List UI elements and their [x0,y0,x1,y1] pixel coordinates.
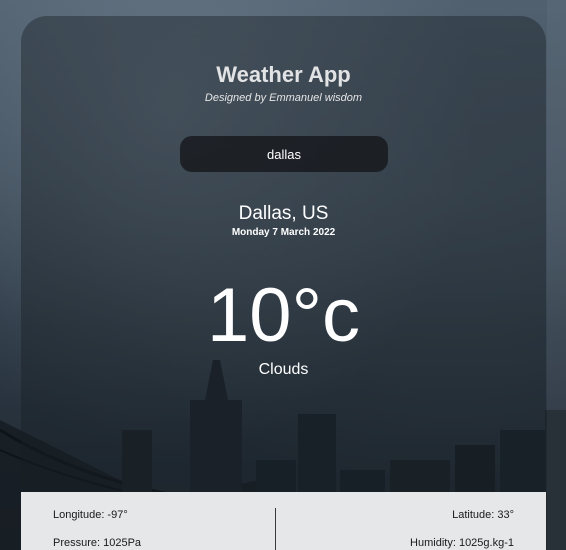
weather-condition: Clouds [258,361,309,378]
humidity-value: Humidity: 1025g.kg-1 [410,537,514,549]
longitude-value: Longitude: -97° [53,509,128,521]
page-scrollbar-track[interactable] [547,0,566,550]
weather-app-page: Weather App Designed by Emmanuel wisdom … [0,0,566,550]
current-date: Monday 7 March 2022 [231,227,336,238]
pressure-value: Pressure: 1025Pa [53,537,142,549]
city-search-input[interactable] [180,136,388,172]
app-title: Weather App [216,62,351,87]
temperature-reading: 10°c [207,273,360,358]
details-panel: Longitude: -97° Pressure: 1025Pa Latitud… [21,492,546,550]
location-name: Dallas, US [238,203,329,224]
weather-card: Weather App Designed by Emmanuel wisdom … [21,16,546,550]
app-subtitle: Designed by Emmanuel wisdom [204,92,363,104]
latitude-value: Latitude: 33° [452,509,514,521]
details-divider [275,508,276,550]
